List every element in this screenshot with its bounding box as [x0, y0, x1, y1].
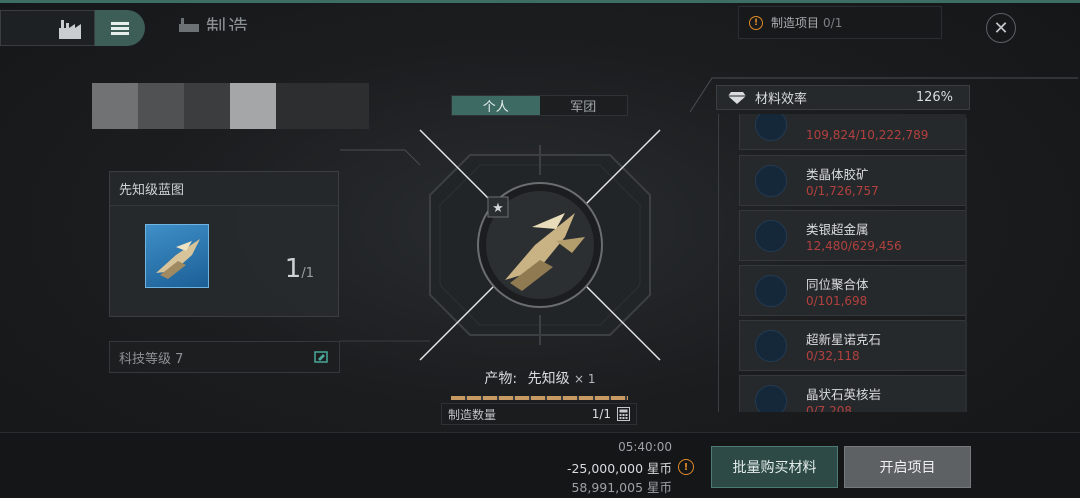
efficiency-label: 材料效率 [755, 92, 808, 107]
tab-corp[interactable]: 军团 [539, 96, 627, 115]
product-line: 产物: 先知级 × 1 [440, 368, 640, 388]
material-item[interactable]: 晶状石英核岩 0/7,208 [739, 375, 966, 412]
polymer-icon [755, 275, 787, 307]
material-value: 0/7,208 [806, 404, 853, 412]
ore-icon [755, 165, 787, 197]
material-name: 同位聚合体 [806, 277, 869, 292]
warning-icon[interactable]: ! [678, 459, 694, 475]
top-accent-line [0, 0, 1080, 3]
warning-icon: ! [749, 15, 763, 30]
blueprint-count: 1/1 [285, 254, 314, 284]
material-value: 0/32,118 [806, 349, 860, 363]
swatch [138, 83, 184, 129]
project-count-value: 0/1 [823, 15, 843, 30]
currency-balance: 58,991,005 星币 [571, 480, 672, 495]
materials-scrollbar[interactable] [965, 118, 967, 412]
star-icon: ★ [492, 201, 504, 216]
material-name: 超新星诺克石 [806, 332, 882, 347]
material-item[interactable]: 类银超金属 12,480/629,456 [739, 210, 966, 261]
swatch [92, 83, 138, 129]
product-name: 先知级 [527, 371, 570, 387]
material-name: 晶状石英核岩 [806, 387, 882, 402]
material-name: 类晶体胶矿 [806, 167, 869, 182]
ore-icon [755, 114, 787, 141]
project-count: ! 制造项目 0/1 [738, 6, 942, 39]
product-multiplier: × 1 [574, 372, 596, 386]
crystal-icon [755, 385, 787, 412]
swatch [230, 83, 276, 129]
material-value: 12,480/629,456 [806, 239, 902, 253]
factory-title-icon [179, 18, 199, 32]
materials-list[interactable]: 109,824/10,222,789 类晶体胶矿 0/1,726,757 类银超… [718, 114, 966, 412]
start-project-button[interactable]: 开启项目 [844, 446, 971, 488]
material-name: 类银超金属 [806, 222, 869, 237]
menu-icon [111, 20, 129, 37]
color-swatches [92, 83, 369, 129]
efficiency-value: 126% [915, 90, 953, 105]
build-cost: -25,000,000 星币 [566, 461, 672, 476]
material-value: 0/101,698 [806, 294, 868, 308]
blueprint-title: 先知级蓝图 [110, 172, 338, 206]
quantity-value: 1/1 [591, 407, 611, 421]
edit-icon[interactable] [313, 350, 329, 364]
ore-icon [755, 330, 787, 362]
blueprint-panel: 先知级蓝图 1/1 [109, 171, 339, 317]
close-button[interactable]: ✕ [986, 13, 1016, 43]
swatch [184, 83, 230, 129]
close-icon: ✕ [993, 17, 1009, 39]
tech-level-field: 科技等级 7 [109, 341, 340, 373]
progress-bar [451, 396, 628, 400]
material-item[interactable]: 超新星诺克石 0/32,118 [739, 320, 966, 371]
project-count-label: 制造项目 [771, 16, 820, 30]
tab-personal[interactable]: 个人 [452, 96, 540, 115]
swatch [276, 83, 369, 129]
bulk-buy-button[interactable]: 批量购买材料 [711, 446, 838, 488]
quantity-field[interactable]: 制造数量 1/1 [441, 403, 637, 425]
ownership-tabs: 个人 军团 [451, 95, 628, 116]
diamond-icon [728, 91, 746, 104]
material-efficiency: 材料效率 126% [716, 85, 970, 110]
blueprint-count-value: 1 [284, 254, 302, 284]
product-label: 产物: [484, 371, 518, 387]
ship-icon [156, 239, 200, 279]
factory-icon [59, 20, 81, 39]
build-time: 05:40:00 [618, 440, 672, 454]
product-display: ★ [419, 129, 661, 361]
material-item[interactable]: 109,824/10,222,789 [739, 114, 966, 150]
material-item[interactable]: 类晶体胶矿 0/1,726,757 [739, 155, 966, 206]
material-value: 0/1,726,757 [806, 184, 879, 198]
page-title: 制造 [206, 14, 250, 39]
material-item[interactable]: 同位聚合体 0/101,698 [739, 265, 966, 316]
calculator-icon[interactable] [617, 407, 630, 421]
page-title-area: 制造 [178, 12, 250, 38]
tech-level: 科技等级 7 [119, 351, 184, 367]
blueprint-thumbnail[interactable] [145, 224, 209, 288]
blueprint-count-total: /1 [301, 266, 314, 281]
quantity-label: 制造数量 [448, 407, 497, 422]
crystal-icon [755, 220, 787, 252]
menu-button[interactable] [95, 10, 145, 46]
material-value: 109,824/10,222,789 [806, 128, 929, 142]
